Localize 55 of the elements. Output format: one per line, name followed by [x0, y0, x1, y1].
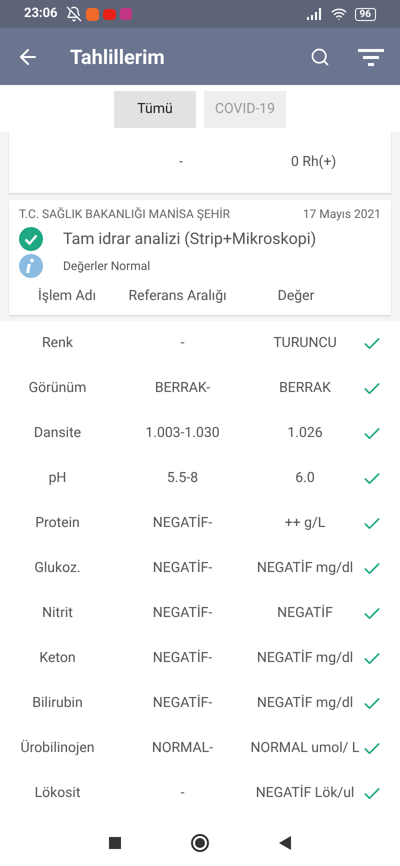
wifi-icon: [330, 6, 347, 22]
value-cell-text: NEGATİF mg/dl: [256, 648, 354, 668]
reference-cell-text: 5.5-8: [166, 469, 200, 488]
reference-cell-text: NEGATİF-: [152, 604, 214, 623]
value-cell-text: BERRAK: [278, 379, 332, 398]
reference-cell-text: BERRAK-: [154, 379, 212, 398]
value-cell-text: 6.0: [294, 469, 316, 488]
column-header: Referans Aralığı: [127, 287, 228, 306]
reference-cell-text: NORMAL-: [150, 739, 214, 758]
status-note: Değerler Normal: [63, 258, 150, 275]
clock: 23:06: [24, 5, 58, 24]
test-name-cell-text: Ürobilinojen: [20, 738, 96, 758]
back-nav-button[interactable]: [279, 836, 291, 850]
tab[interactable]: Tümü: [114, 91, 196, 128]
reference-cell-text: -: [180, 334, 186, 353]
reference-cell-text: NEGATİF-: [152, 514, 214, 533]
test-name-cell-text: Lökosit: [34, 784, 82, 803]
test-name-cell-text: pH: [48, 469, 68, 488]
test-name-cell-text: Dansite: [32, 424, 82, 443]
info-icon: [19, 254, 43, 278]
value-cell-text: NEGATİF mg/dl: [256, 694, 354, 713]
column-header: Değer: [276, 287, 316, 306]
signal-icon: [306, 8, 323, 20]
date-text: 17 Mayıs 2021: [302, 206, 381, 223]
value-cell-text: ++ g/L: [284, 514, 326, 533]
filter-button[interactable]: [358, 46, 384, 66]
institution-text: T.C. SAĞLIK BAKANLIĞI MANİSA ŞEHİR: [19, 206, 230, 223]
page-title: Tahlillerim: [70, 44, 166, 70]
value-cell-text: NEGATİF: [276, 604, 334, 623]
battery-indicator: 96: [354, 8, 376, 20]
reference-cell-text: 1.003-1.030: [144, 424, 221, 443]
reference-cell-text: NEGATİF-: [152, 558, 214, 578]
reference-cell-text: -: [180, 784, 186, 803]
value-text: 0 Rh(+): [291, 153, 336, 172]
test-name-cell-text: Protein: [34, 514, 81, 533]
value-cell-text: TURUNCU: [272, 334, 338, 353]
column-header: İşlem Adı: [36, 286, 98, 306]
value-cell-text: 1.026: [286, 424, 324, 443]
notification-off-icon: [66, 6, 82, 22]
test-name-cell-text: Renk: [41, 334, 74, 353]
reference-text: -: [178, 153, 184, 172]
test-name-cell-text: Bilirubin: [31, 694, 84, 713]
reference-cell-text: NEGATİF-: [152, 648, 214, 668]
value-cell-text: NORMAL umol/ L: [250, 739, 360, 758]
reference-cell-text: NEGATİF-: [152, 694, 214, 713]
home-button[interactable]: [191, 834, 209, 852]
check-circle-icon: [19, 227, 43, 251]
test-name-cell-text: Görünüm: [28, 379, 88, 398]
test-name-cell-text: Nitrit: [41, 604, 74, 623]
value-cell-text: NEGATİF Lök/ul: [254, 784, 356, 803]
test-name: Tam idrar analizi (Strip+Mikroskopi): [63, 228, 316, 250]
value-cell-text: NEGATİF mg/dl: [256, 558, 354, 578]
test-name-cell-text: Glukoz.: [33, 559, 82, 578]
test-name-cell-text: Keton: [38, 649, 77, 668]
search-button[interactable]: [310, 46, 330, 66]
